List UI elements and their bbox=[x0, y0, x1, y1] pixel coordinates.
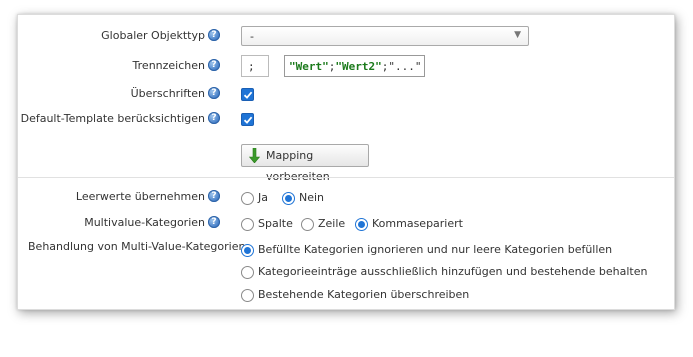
global-object-type-row: Globaler Objekttyp? bbox=[18, 28, 220, 44]
headings-checkbox[interactable] bbox=[241, 88, 254, 101]
help-icon[interactable]: ? bbox=[208, 216, 220, 228]
multivalue-categories-label: Multivalue-Kategorien? bbox=[84, 215, 220, 231]
help-icon[interactable]: ? bbox=[208, 59, 220, 71]
multivalue-categories-row: Multivalue-Kategorien? bbox=[18, 215, 220, 231]
handling-add-only-label[interactable]: Kategorieeinträge ausschließlich hinzufü… bbox=[258, 264, 647, 280]
multivalue-kommasepariert-label[interactable]: Kommasepariert bbox=[372, 216, 463, 232]
default-template-row: Default-Template berücksichtigen? bbox=[18, 111, 220, 127]
separator-example: "Wert";"Wert2";"..." bbox=[284, 55, 425, 77]
help-icon[interactable]: ? bbox=[208, 190, 220, 202]
checkmark-icon bbox=[243, 91, 253, 99]
multivalue-zeile-label[interactable]: Zeile bbox=[318, 216, 345, 232]
handling-ignore-filled-label[interactable]: Befüllte Kategorien ignorieren und nur l… bbox=[258, 242, 612, 258]
global-object-type-value: - bbox=[250, 30, 254, 43]
global-object-type-label: Globaler Objekttyp? bbox=[101, 28, 220, 44]
handling-overwrite-radio[interactable] bbox=[241, 289, 254, 302]
handling-add-only-radio[interactable] bbox=[241, 266, 254, 279]
multivalue-zeile-radio[interactable] bbox=[301, 218, 314, 231]
multivalue-kommasepariert-radio[interactable] bbox=[355, 218, 368, 231]
empty-values-ja-radio[interactable] bbox=[241, 192, 254, 205]
chevron-down-icon: ▼ bbox=[514, 30, 521, 40]
default-template-checkbox[interactable] bbox=[241, 113, 254, 126]
checkmark-icon bbox=[243, 116, 253, 124]
help-icon[interactable]: ? bbox=[208, 29, 220, 41]
empty-values-ja-label[interactable]: Ja bbox=[258, 190, 268, 206]
headings-label: Überschriften? bbox=[131, 86, 220, 102]
multivalue-spalte-radio[interactable] bbox=[241, 218, 254, 231]
empty-values-row: Leerwerte übernehmen? bbox=[18, 189, 220, 205]
separator-label: Trennzeichen? bbox=[133, 58, 220, 74]
separator-input[interactable]: ; bbox=[241, 55, 269, 77]
import-settings-panel: Globaler Objekttyp? - ▼ Trennzeichen? ; … bbox=[17, 14, 675, 310]
empty-values-label: Leerwerte übernehmen? bbox=[76, 189, 220, 205]
section-divider bbox=[18, 177, 674, 178]
handling-ignore-filled-radio[interactable] bbox=[241, 244, 254, 257]
global-object-type-select[interactable]: - ▼ bbox=[241, 26, 529, 46]
multivalue-spalte-label[interactable]: Spalte bbox=[258, 216, 293, 232]
headings-row: Überschriften? bbox=[18, 86, 220, 102]
green-down-arrow-icon bbox=[249, 148, 260, 163]
empty-values-nein-label[interactable]: Nein bbox=[299, 190, 324, 206]
default-template-label: Default-Template berücksichtigen? bbox=[21, 111, 220, 127]
help-icon[interactable]: ? bbox=[208, 87, 220, 99]
multivalue-handling-label: Behandlung von Multi-Value-Kategorien bbox=[28, 240, 246, 253]
prepare-mapping-button[interactable]: Mapping vorbereiten bbox=[241, 144, 369, 183]
separator-row: Trennzeichen? bbox=[18, 58, 220, 74]
handling-overwrite-label[interactable]: Bestehende Kategorien überschreiben bbox=[258, 287, 469, 303]
help-icon[interactable]: ? bbox=[208, 112, 220, 124]
empty-values-nein-radio[interactable] bbox=[282, 192, 295, 205]
